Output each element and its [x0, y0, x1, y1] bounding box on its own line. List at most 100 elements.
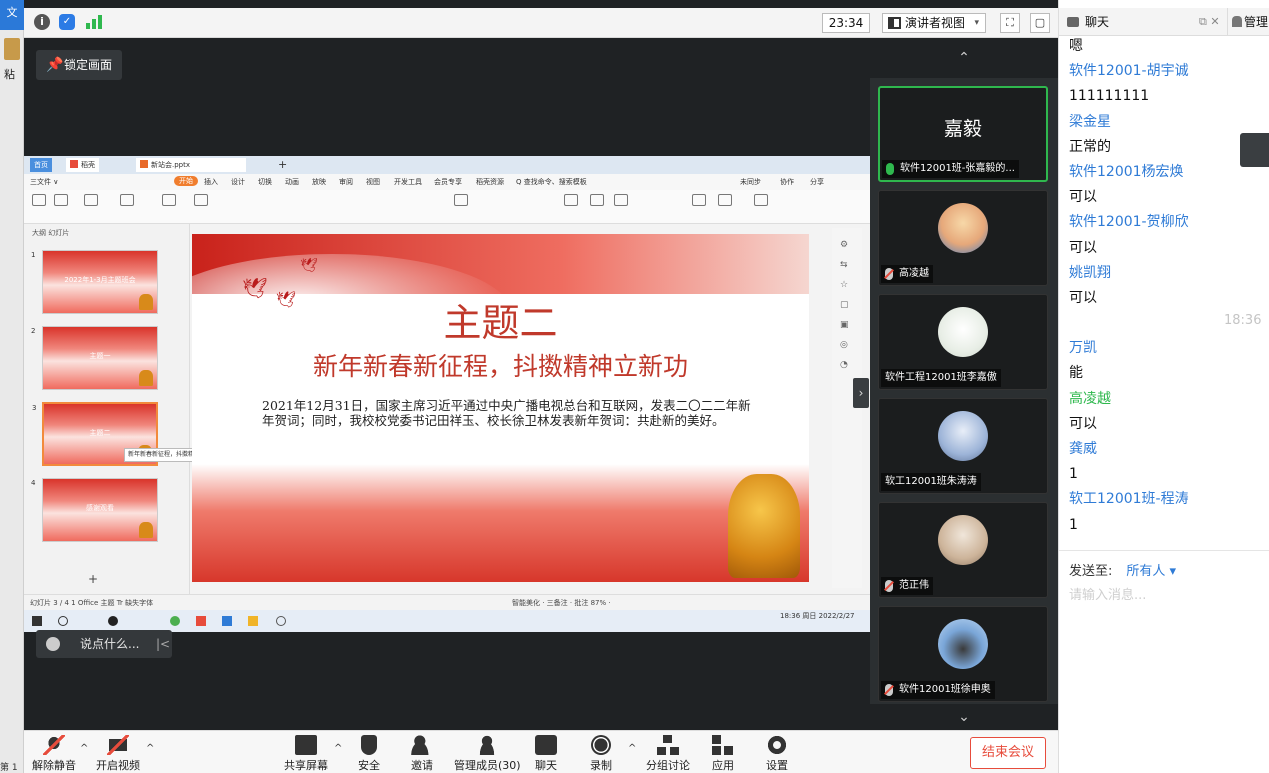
scroll-up-icon[interactable]: ⌃	[870, 38, 1058, 78]
breakout-button[interactable]: 分组讨论	[646, 735, 690, 773]
windows-start-icon[interactable]	[32, 616, 42, 626]
shield-icon[interactable]: ✓	[59, 14, 75, 30]
folder-icon[interactable]	[248, 616, 258, 626]
settings-button[interactable]: 设置	[766, 735, 788, 773]
slide-thumbnail[interactable]: 4 感谢观看	[31, 478, 158, 542]
audio-options-chevron-icon[interactable]: ^	[80, 743, 88, 754]
popout-close-icons[interactable]: ⧉ ✕	[1199, 8, 1220, 36]
chat-button[interactable]: 聊天	[535, 735, 557, 773]
manage-tab[interactable]: 管理	[1227, 8, 1269, 36]
view-mode-dropdown[interactable]: 演讲者视图 ▾	[882, 13, 986, 33]
wps-menu-design[interactable]: 设计	[231, 177, 245, 187]
start-video-button[interactable]: 开启视频	[96, 735, 140, 773]
wps-icon[interactable]	[196, 616, 206, 626]
wps-tab-home[interactable]: 首页	[30, 158, 52, 172]
security-button[interactable]: 安全	[358, 735, 380, 773]
collapse-icon[interactable]: |<	[156, 630, 170, 658]
wps-menu-animation[interactable]: 动画	[285, 177, 299, 187]
slide-canvas[interactable]: 🕊 🕊 🕊 主题二 新年新春新征程，抖擞精神立新功 2021年12月31日，国家…	[192, 234, 809, 582]
wps-status-right[interactable]: 智能美化 · 三备注 · 批注 87% ·	[512, 598, 611, 608]
apps-button[interactable]: 应用	[712, 735, 734, 773]
search-icon[interactable]	[58, 616, 68, 626]
wps-collab[interactable]: 协作	[780, 177, 794, 187]
emoji-icon[interactable]	[46, 637, 60, 651]
participant-tile[interactable]: 软件12001班徐申奥	[878, 606, 1048, 702]
slide-thumbnail[interactable]: 2 主题一	[31, 326, 158, 390]
presentation-tools-icon[interactable]	[692, 194, 706, 206]
video-options-chevron-icon[interactable]: ^	[146, 743, 154, 754]
wps-menu-view[interactable]: 视图	[366, 177, 380, 187]
wps-menu-slideshow[interactable]: 放映	[312, 177, 326, 187]
send-to-value[interactable]: 所有人 ▾	[1126, 564, 1176, 579]
side-tool-icon[interactable]: ⇆	[840, 260, 848, 270]
background-app-tab[interactable]: 文	[0, 0, 24, 30]
paste-icon[interactable]	[32, 194, 46, 206]
wps-sync-status[interactable]: 未同步	[740, 177, 761, 187]
layout-icon[interactable]	[194, 194, 208, 206]
settings-icon[interactable]	[276, 616, 286, 626]
add-slide-button[interactable]: +	[88, 572, 98, 586]
wps-menu-transition[interactable]: 切换	[258, 177, 272, 187]
align-icon[interactable]	[454, 194, 468, 206]
shape-icon[interactable]	[590, 194, 604, 206]
unmute-button[interactable]: 解除静音	[32, 735, 76, 773]
side-tool-icon[interactable]: ▣	[840, 320, 849, 330]
invite-button[interactable]: 邀请	[411, 735, 433, 773]
share-options-chevron-icon[interactable]: ^	[334, 743, 342, 754]
wps-menu-start[interactable]: 开始	[174, 176, 198, 186]
find-icon[interactable]	[718, 194, 732, 206]
participant-tile[interactable]: 范正伟	[878, 502, 1048, 598]
wps-menu-review[interactable]: 审阅	[339, 177, 353, 187]
side-tool-icon[interactable]: ☆	[840, 280, 848, 290]
side-tool-icon[interactable]: ◎	[840, 340, 848, 350]
participant-tile[interactable]: 软件工程12001班李嘉傲	[878, 294, 1048, 390]
app-icon[interactable]	[170, 616, 180, 626]
wps-menu-file[interactable]: 三文件 ∨	[30, 177, 58, 187]
info-icon[interactable]: i	[34, 14, 50, 30]
wps-menu-resources[interactable]: 稻壳资源	[476, 177, 504, 187]
paste-icon[interactable]	[4, 38, 20, 60]
participant-tile[interactable]: 嘉毅 软件12001班-张嘉毅的...	[878, 86, 1048, 182]
wps-new-tab-button[interactable]: +	[274, 158, 291, 172]
lion-icon	[139, 522, 153, 538]
wps-menu-member[interactable]: 会员专享	[434, 177, 462, 187]
user-icon	[1232, 16, 1242, 27]
wps-tab-daoke[interactable]: 稻壳	[66, 158, 99, 172]
app-icon[interactable]	[222, 616, 232, 626]
chat-input[interactable]: 请输入消息...	[1069, 584, 1146, 603]
manage-participants-button[interactable]: 管理成员(30)	[454, 735, 521, 773]
wps-share[interactable]: 分享	[810, 177, 824, 187]
play-icon[interactable]	[120, 194, 134, 206]
side-tool-icon[interactable]: ⚙	[840, 240, 848, 250]
app-icon[interactable]	[108, 616, 118, 626]
reaction-input[interactable]: 说点什么... |<	[36, 630, 172, 658]
image-icon[interactable]	[614, 194, 628, 206]
floating-mic-button[interactable]	[1240, 133, 1269, 167]
share-screen-button[interactable]: 共享屏幕	[284, 735, 328, 773]
textbox-icon[interactable]	[564, 194, 578, 206]
expand-panel-button[interactable]: ›	[853, 378, 869, 408]
format-painter-icon[interactable]	[84, 194, 98, 206]
wps-tab-file[interactable]: 新站会.pptx	[136, 158, 246, 172]
send-to-selector[interactable]: 发送至: 所有人 ▾	[1069, 560, 1176, 579]
wps-menu-insert[interactable]: 插入	[204, 177, 218, 187]
lock-screen-button[interactable]: 📌 锁定画面	[36, 50, 122, 80]
signal-icon[interactable]	[86, 14, 104, 30]
wps-menu-developer[interactable]: 开发工具	[394, 177, 422, 187]
slide-thumbnail[interactable]: 1 2022年1-3月主题班会	[31, 250, 158, 314]
record-button[interactable]: 录制	[590, 735, 612, 773]
wps-search-command[interactable]: Q 查找命令、搜索模板	[516, 177, 587, 187]
participant-tile[interactable]: 软工12001班朱涛涛	[878, 398, 1048, 494]
side-tool-icon[interactable]: ◔	[840, 360, 848, 370]
cut-icon[interactable]	[54, 194, 68, 206]
participant-tile[interactable]: 高凌越	[878, 190, 1048, 286]
side-tool-icon[interactable]: ▢	[840, 300, 849, 310]
scroll-down-icon[interactable]: ⌄	[870, 704, 1058, 730]
record-options-chevron-icon[interactable]: ^	[628, 743, 636, 754]
new-slide-icon[interactable]	[162, 194, 176, 206]
end-meeting-button[interactable]: 结束会议	[970, 737, 1046, 769]
select-icon[interactable]	[754, 194, 768, 206]
layout-button[interactable]: ▢	[1030, 13, 1050, 33]
fullscreen-button[interactable]: ⛶	[1000, 13, 1020, 33]
thumbnail-header[interactable]: 大纲 幻灯片	[32, 228, 69, 238]
